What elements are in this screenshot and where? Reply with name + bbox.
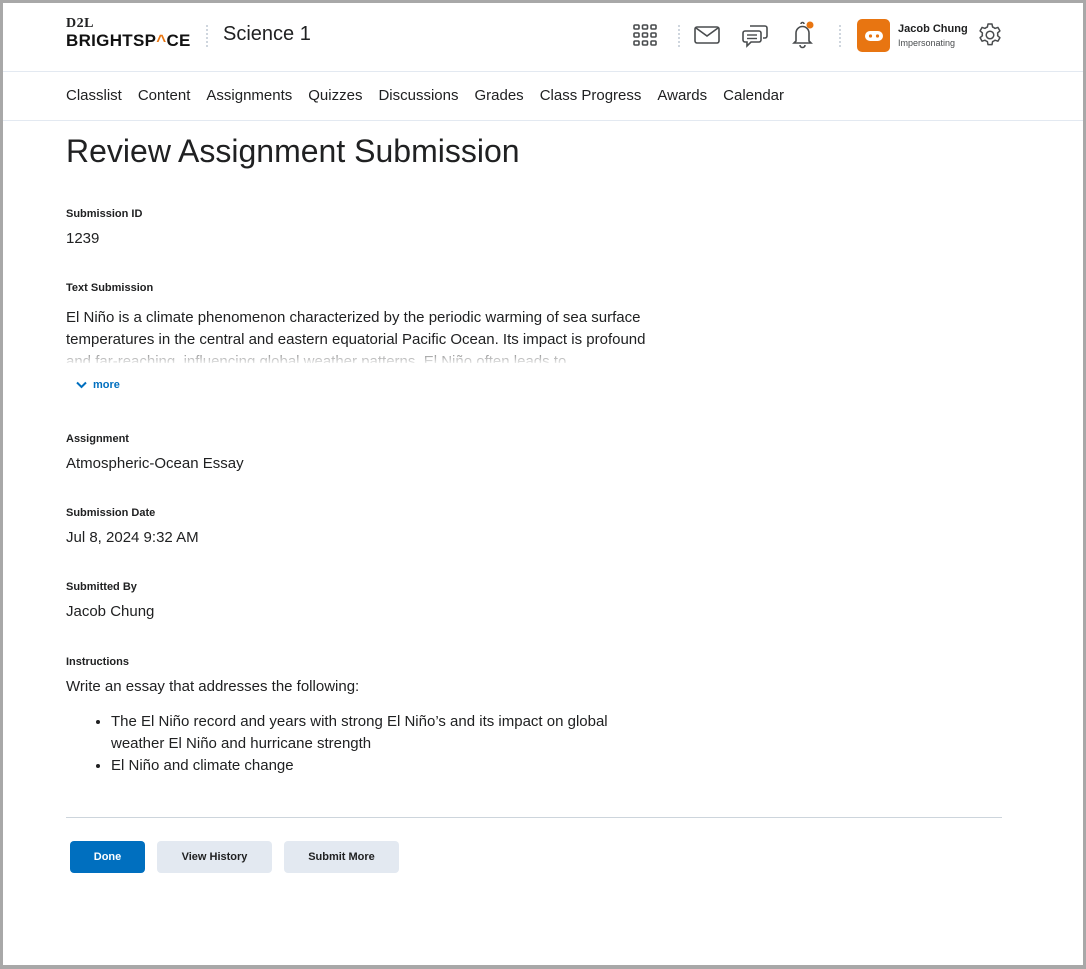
- text-fade-overlay: [66, 349, 651, 363]
- bell-icon[interactable]: [788, 20, 818, 50]
- submission-date-field: Submission Date Jul 8, 2024 9:32 AM: [66, 507, 199, 546]
- user-name: Jacob Chung: [898, 23, 968, 35]
- logo-brightspace: BRIGHTSP^CE: [66, 31, 191, 51]
- header-divider: [839, 25, 841, 47]
- submission-id-field: Submission ID 1239: [66, 208, 142, 247]
- submitted-by-value: Jacob Chung: [66, 603, 155, 620]
- assignment-field: Assignment Atmospheric-Ocean Essay: [66, 433, 244, 472]
- course-navbar: Classlist Content Assignments Quizzes Di…: [3, 72, 1083, 121]
- nav-item-content[interactable]: Content: [138, 87, 191, 104]
- page-title: Review Assignment Submission: [66, 133, 520, 169]
- grid-icon[interactable]: [630, 20, 660, 50]
- show-more-label: more: [93, 379, 120, 391]
- instructions-item: El Niño and climate change: [111, 755, 631, 777]
- avatar[interactable]: [857, 19, 890, 52]
- settings-icon[interactable]: [975, 20, 1005, 50]
- nav-item-class-progress[interactable]: Class Progress: [540, 87, 642, 104]
- view-history-button[interactable]: View History: [157, 841, 272, 873]
- user-status: Impersonating: [898, 38, 956, 48]
- nav-item-grades[interactable]: Grades: [474, 87, 523, 104]
- instructions-field: Instructions Write an essay that address…: [66, 656, 631, 777]
- submission-date-value: Jul 8, 2024 9:32 AM: [66, 529, 199, 546]
- assignment-value: Atmospheric-Ocean Essay: [66, 455, 244, 472]
- nav-item-assignments[interactable]: Assignments: [206, 87, 292, 104]
- text-submission-field: Text Submission: [66, 282, 153, 294]
- nav-item-quizzes[interactable]: Quizzes: [308, 87, 362, 104]
- instructions-intro: Write an essay that addresses the follow…: [66, 678, 360, 695]
- logo-text-b: CE: [166, 31, 191, 50]
- nav-item-awards[interactable]: Awards: [657, 87, 707, 104]
- instructions-label: Instructions: [66, 656, 129, 668]
- header-divider: [678, 25, 680, 47]
- header-divider: [206, 25, 208, 47]
- submission-id-value: 1239: [66, 230, 100, 247]
- top-header: D2L BRIGHTSP^CE Science 1 Jacob Chung Im…: [3, 3, 1083, 72]
- chat-icon[interactable]: [740, 20, 770, 50]
- impersonation-mask-icon: [864, 30, 883, 41]
- instructions-list: The El Niño record and years with strong…: [66, 711, 631, 777]
- brightspace-logo[interactable]: D2L BRIGHTSP^CE: [66, 17, 191, 51]
- submitted-by-field: Submitted By Jacob Chung: [66, 581, 154, 620]
- assignment-label: Assignment: [66, 433, 129, 445]
- show-more-link[interactable]: more: [76, 379, 120, 391]
- instructions-item: The El Niño record and years with strong…: [111, 711, 631, 755]
- logo-text-a: BRIGHTSP: [66, 31, 157, 50]
- logo-d2l: D2L: [66, 16, 94, 31]
- submitted-by-label: Submitted By: [66, 581, 137, 593]
- submit-more-button[interactable]: Submit More: [284, 841, 399, 873]
- footer-divider: [66, 817, 1002, 818]
- page-frame: D2L BRIGHTSP^CE Science 1 Jacob Chung Im…: [3, 3, 1083, 965]
- submission-id-label: Submission ID: [66, 208, 143, 220]
- chevron-down-icon: [76, 381, 87, 389]
- nav-item-discussions[interactable]: Discussions: [378, 87, 458, 104]
- course-title[interactable]: Science 1: [223, 23, 311, 46]
- mail-icon[interactable]: [692, 20, 722, 50]
- logo-caret: ^: [156, 31, 167, 50]
- nav-item-classlist[interactable]: Classlist: [66, 87, 122, 104]
- submission-date-label: Submission Date: [66, 507, 156, 519]
- user-menu[interactable]: Jacob Chung Impersonating: [898, 22, 968, 50]
- done-button[interactable]: Done: [70, 841, 145, 873]
- nav-item-calendar[interactable]: Calendar: [723, 87, 784, 104]
- notification-dot: [806, 21, 814, 29]
- text-submission-body: El Niño is a climate phenomenon characte…: [66, 307, 651, 363]
- text-submission-label: Text Submission: [66, 282, 154, 294]
